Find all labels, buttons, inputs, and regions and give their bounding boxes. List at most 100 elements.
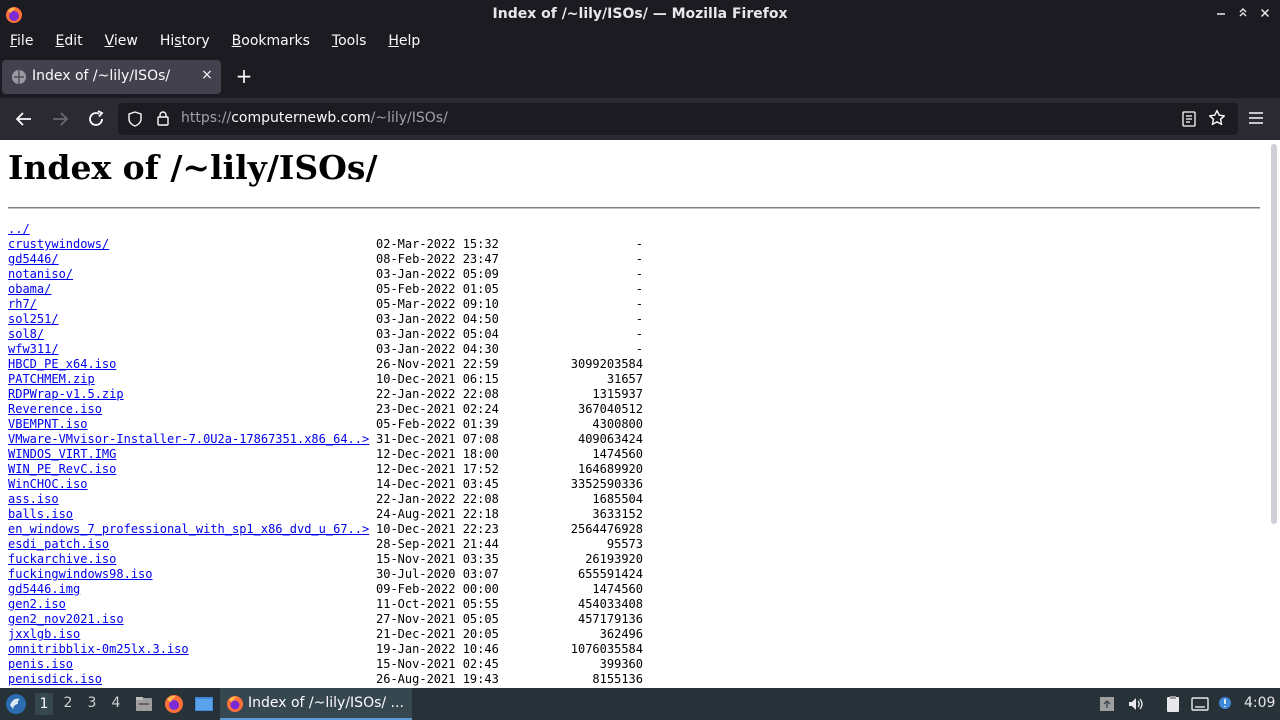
maximize-icon[interactable] [1234,4,1252,24]
file-link[interactable]: balls.iso [8,507,73,521]
menu-hamburger-icon[interactable] [1247,109,1265,127]
file-link[interactable]: gd5446/ [8,252,59,266]
file-link[interactable]: WIN_PE_RevC.iso [8,462,116,476]
file-manager-icon[interactable] [134,694,154,714]
file-link[interactable]: crustywindows/ [8,237,109,251]
file-link[interactable]: en_windows_7_professional_with_sp1_x86_d… [8,522,369,536]
file-link[interactable]: Reverence.iso [8,402,102,416]
minimize-icon[interactable] [1212,4,1230,24]
file-size: - [635,327,643,341]
file-date: 31-Dec-2021 07:08 [376,432,499,446]
file-link[interactable]: VMware-VMvisor-Installer-7.0U2a-17867351… [8,432,369,446]
file-link[interactable]: VBEMPNT.iso [8,417,87,431]
menu-help[interactable]: Help [388,30,420,54]
file-link[interactable]: sol251/ [8,312,59,326]
start-menu-icon[interactable] [5,693,27,715]
file-link[interactable]: fuckingwindows98.iso [8,567,153,581]
network-icon[interactable] [1191,695,1209,713]
file-link[interactable]: WINDOS_VIRT.IMG [8,447,116,461]
reload-icon[interactable] [84,107,108,131]
listing-row: jxxlgb.iso 21-Dec-2021 20:05 362496 [8,627,643,642]
workspace-4[interactable]: 4 [107,695,125,711]
file-link[interactable]: gen2.iso [8,597,66,611]
file-size: 1474560 [592,447,643,461]
file-link[interactable]: penisdick.iso [8,672,102,686]
file-link[interactable]: notaniso/ [8,267,73,281]
file-size: - [635,282,643,296]
navigation-toolbar: https://computernewb.com/~lily/ISOs/ [0,98,1280,140]
menu-file[interactable]: File [10,30,33,54]
tracking-protection-shield-icon[interactable] [127,111,143,127]
new-tab-button[interactable]: + [234,66,254,86]
workspace-3[interactable]: 3 [83,695,101,711]
lock-icon[interactable] [155,110,171,127]
window-title: Index of /~lily/ISOs/ — Mozilla Firefox [492,6,788,22]
update-notification-icon[interactable] [1216,695,1234,713]
file-size: 409063424 [577,432,643,446]
menu-history-accel: s [174,33,182,49]
url-scheme: https:// [181,110,232,126]
file-size: 31657 [606,372,643,386]
page-favicon-icon [12,70,26,84]
listing-row: WINDOS_VIRT.IMG 12-Dec-2021 18:00 1474560 [8,447,643,462]
menu-tools[interactable]: Tools [332,30,367,54]
menu-history[interactable]: History [160,30,210,54]
bookmark-star-icon[interactable] [1208,109,1226,127]
file-link[interactable]: rh7/ [8,297,37,311]
listing-row: fuckingwindows98.iso 30-Jul-2020 03:07 655… [8,567,643,582]
file-link[interactable]: wfw311/ [8,342,59,356]
file-link[interactable]: gen2_nov2021.iso [8,612,124,626]
file-date: 03-Jan-2022 04:50 [376,312,499,326]
close-icon[interactable] [1256,4,1274,24]
url-text[interactable]: https://computernewb.com/~lily/ISOs/ [181,110,448,126]
scrollbar-thumb[interactable] [1271,144,1277,524]
taskbar-firefox-window[interactable]: Index of /~lily/ISOs/ ... [220,688,412,720]
volume-icon[interactable] [1127,695,1145,713]
file-link[interactable]: gd5446.img [8,582,80,596]
tab-title: Index of /~lily/ISOs/ [32,68,171,84]
listing-row: penisdick.iso 26-Aug-2021 19:43 8155136 [8,672,643,687]
file-link[interactable]: HBCD_PE_x64.iso [8,357,116,371]
menu-bookmarks[interactable]: Bookmarks [232,30,310,54]
horizontal-rule [8,207,1260,209]
page-scrollbar[interactable] [1268,140,1280,688]
file-size: 3099203584 [570,357,643,371]
file-link[interactable]: RDPWrap-v1.5.zip [8,387,124,401]
tray-monitor-icon[interactable] [1098,695,1116,713]
forward-arrow-icon[interactable] [48,107,72,131]
firefox-launcher-icon[interactable] [164,694,184,714]
file-size: - [635,252,643,266]
url-bar[interactable]: https://computernewb.com/~lily/ISOs/ [118,103,1238,135]
workspace-2[interactable]: 2 [59,695,77,711]
tab-index-of-isos[interactable]: Index of /~lily/ISOs/ × [2,60,221,94]
file-link[interactable]: WinCHOC.iso [8,477,87,491]
file-link[interactable]: esdi_patch.iso [8,537,109,551]
file-date: 22-Jan-2022 22:08 [376,492,499,506]
file-size: 2564476928 [570,522,643,536]
file-link[interactable]: PATCHMEM.zip [8,372,95,386]
tab-close-icon[interactable]: × [200,67,214,83]
parent-dir-link[interactable]: ../ [8,222,30,236]
file-link[interactable]: fuckarchive.iso [8,552,116,566]
file-link[interactable]: penis.iso [8,657,73,671]
back-arrow-icon[interactable] [12,107,36,131]
file-link[interactable]: obama/ [8,282,51,296]
listing-row: WinCHOC.iso 14-Dec-2021 03:45 3352590336 [8,477,643,492]
workspace-1[interactable]: 1 [35,693,53,715]
file-link[interactable]: ass.iso [8,492,59,506]
clipboard-icon[interactable] [1164,695,1182,713]
file-link[interactable]: sol8/ [8,327,44,341]
terminal-launcher-icon[interactable] [194,694,214,714]
file-size: 1474560 [592,582,643,596]
listing-row: penis.iso 15-Nov-2021 02:45 399360 [8,657,643,672]
menu-view[interactable]: View [105,30,138,54]
taskbar: 1 2 3 4 Index of /~lily/ISOs/ ... 4:09 [0,688,1280,720]
listing-row: balls.iso 24-Aug-2021 22:18 3633152 [8,507,643,522]
file-link[interactable]: omnitribblix-0m25lx.3.iso [8,642,189,656]
listing-row: crustywindows/02-Mar-2022 15:32 - [8,237,643,252]
reader-view-icon[interactable] [1181,110,1197,128]
menu-edit[interactable]: Edit [55,30,82,54]
file-link[interactable]: jxxlgb.iso [8,627,80,641]
file-date: 05-Feb-2022 01:39 [376,417,499,431]
file-date: 03-Jan-2022 04:30 [376,342,499,356]
